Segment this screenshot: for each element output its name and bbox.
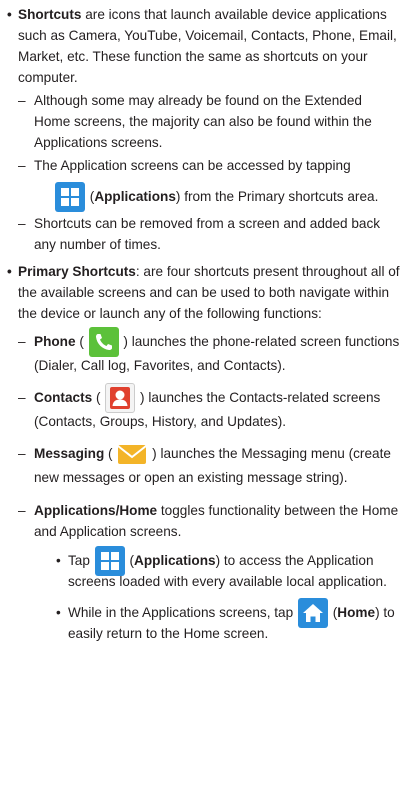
applications-term: Applications <box>134 553 216 568</box>
shortcuts-term: Shortcuts <box>18 7 82 22</box>
phone-term: Phone <box>34 334 76 349</box>
dash: – <box>18 334 26 349</box>
phone-sub: – Phone ( ) launches the phone-related s… <box>0 327 400 378</box>
shortcuts-item: • Shortcuts are icons that launch availa… <box>0 4 400 88</box>
dash: – <box>18 158 26 173</box>
dash: – <box>18 446 26 461</box>
bullet: • <box>7 264 12 279</box>
dash: – <box>18 390 26 405</box>
paren-open: ( <box>108 446 113 461</box>
envelope-icon <box>117 439 147 469</box>
apphome-tap-item: • Tap (Applications) to access the Appli… <box>0 546 400 592</box>
home-icon <box>297 598 328 629</box>
sub-text: Although some may already be found on th… <box>34 93 372 150</box>
contacts-sub: – Contacts ( ) launches the Contacts-rel… <box>0 383 400 434</box>
primary-shortcuts-item: • Primary Shortcuts: are four shortcuts … <box>0 261 400 324</box>
dot: • <box>56 553 61 568</box>
paren-open: ( <box>95 390 101 405</box>
tap-prefix: Tap <box>68 553 90 568</box>
applications-term: Applications <box>94 189 176 204</box>
contacts-person-icon <box>105 383 136 414</box>
contacts-term: Contacts <box>34 390 93 405</box>
paren-open: ( <box>79 334 84 349</box>
sub-text: The Application screens can be accessed … <box>34 158 351 173</box>
bullet: • <box>7 7 12 22</box>
applications-grid-icon <box>55 182 85 213</box>
shortcuts-sub-3: – Shortcuts can be removed from a screen… <box>0 213 400 255</box>
home-prefix: While in the Applications screens, tap <box>68 605 294 620</box>
apphome-home-item: • While in the Applications screens, tap… <box>0 598 400 644</box>
dot: • <box>56 605 61 620</box>
shortcuts-sub-2-icon-line: (Applications) from the Primary shortcut… <box>0 178 400 213</box>
messaging-sub: – Messaging ( ) launches the Messaging m… <box>0 442 400 490</box>
shortcuts-sub-1: – Although some may already be found on … <box>0 90 400 153</box>
apphome-term: Applications/Home <box>34 503 158 518</box>
dash: – <box>18 503 26 518</box>
sub-text: Shortcuts can be removed from a screen a… <box>34 216 381 252</box>
shortcuts-sub-2: – The Application screens can be accesse… <box>0 155 400 176</box>
primary-term: Primary Shortcuts <box>18 264 136 279</box>
dash: – <box>18 93 26 108</box>
dash: – <box>18 216 26 231</box>
messaging-term: Messaging <box>34 446 105 461</box>
applications-suffix: from the Primary shortcuts area. <box>180 189 379 204</box>
applications-grid-icon <box>94 546 125 577</box>
phone-handset-icon <box>88 327 119 358</box>
document-body: • Shortcuts are icons that launch availa… <box>0 4 400 644</box>
apphome-sub: – Applications/Home toggles functionalit… <box>0 500 400 542</box>
home-term: Home <box>337 605 376 620</box>
